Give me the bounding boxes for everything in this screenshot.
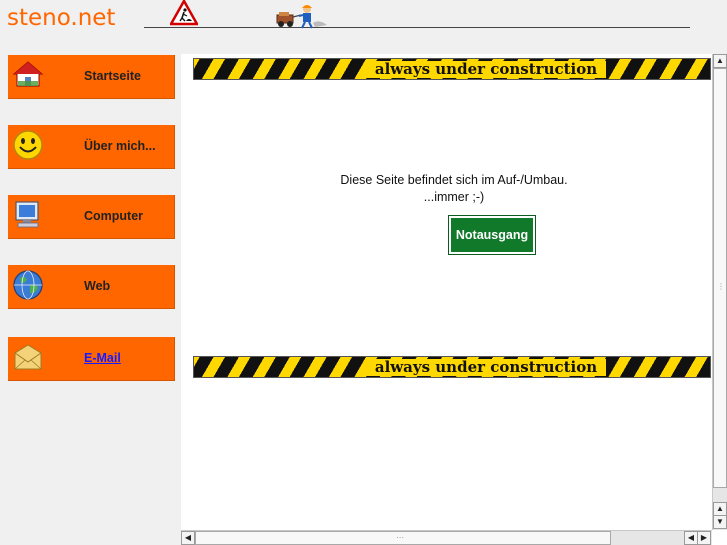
- grip-icon: ⋮⋮: [717, 282, 727, 291]
- banner-text: always under construction: [366, 61, 606, 78]
- email-link[interactable]: E-Mail: [84, 337, 121, 381]
- banner-text: always under construction: [366, 359, 606, 376]
- computer-icon: [15, 201, 39, 228]
- sidebar-item-computer[interactable]: Computer: [8, 195, 175, 239]
- grip-icon: ⋯: [396, 533, 404, 542]
- scroll-left-icon[interactable]: ◀: [181, 531, 195, 545]
- sidebar-item-label: Web: [84, 279, 111, 293]
- sidebar-item-startseite[interactable]: Startseite: [8, 55, 175, 99]
- vertical-scroll-thumb[interactable]: ⋮⋮: [713, 68, 727, 488]
- house-icon: [12, 61, 44, 87]
- site-logo[interactable]: steno.net: [7, 5, 115, 31]
- construction-message-note: ...immer ;-): [423, 190, 485, 204]
- content-frame: always under construction Diese Seite be…: [181, 54, 727, 545]
- sidebar-item-ueber-mich[interactable]: Über mich...: [8, 125, 175, 169]
- notausgang-button[interactable]: Notausgang: [448, 215, 536, 255]
- scroll-left-icon[interactable]: ◀: [684, 531, 698, 545]
- construction-banner-top: always under construction: [193, 58, 711, 80]
- smiley-icon: [13, 130, 43, 160]
- scroll-down-icon[interactable]: ▼: [713, 515, 727, 529]
- sidebar-item-email[interactable]: E-Mail: [8, 337, 175, 381]
- roadwork-sign-icon: [170, 0, 198, 26]
- sidebar-item-label: Computer: [84, 209, 144, 223]
- scroll-up-icon[interactable]: ▲: [713, 54, 727, 68]
- construction-banner-bottom: always under construction: [193, 356, 711, 378]
- globe-icon: [13, 270, 43, 300]
- sidebar-item-label: Startseite: [84, 69, 141, 83]
- construction-worker-icon: [276, 5, 327, 29]
- construction-message: Diese Seite befindet sich im Auf-/Umbau.: [340, 173, 568, 187]
- scroll-up-icon[interactable]: ▲: [713, 502, 727, 516]
- vertical-scrollbar[interactable]: ▲ ⋮⋮ ▲ ▼: [712, 54, 727, 530]
- horizontal-scrollbar[interactable]: ◀ ⋯ ◀ ▶: [181, 530, 712, 545]
- envelope-icon: [14, 344, 42, 370]
- horizontal-scroll-thumb[interactable]: ⋯: [195, 531, 611, 545]
- scroll-right-icon[interactable]: ▶: [697, 531, 711, 545]
- sidebar-item-label: Über mich...: [84, 139, 156, 153]
- page-header: steno.net: [0, 0, 727, 44]
- header-divider: [144, 27, 690, 28]
- sidebar-item-web[interactable]: Web: [8, 265, 175, 309]
